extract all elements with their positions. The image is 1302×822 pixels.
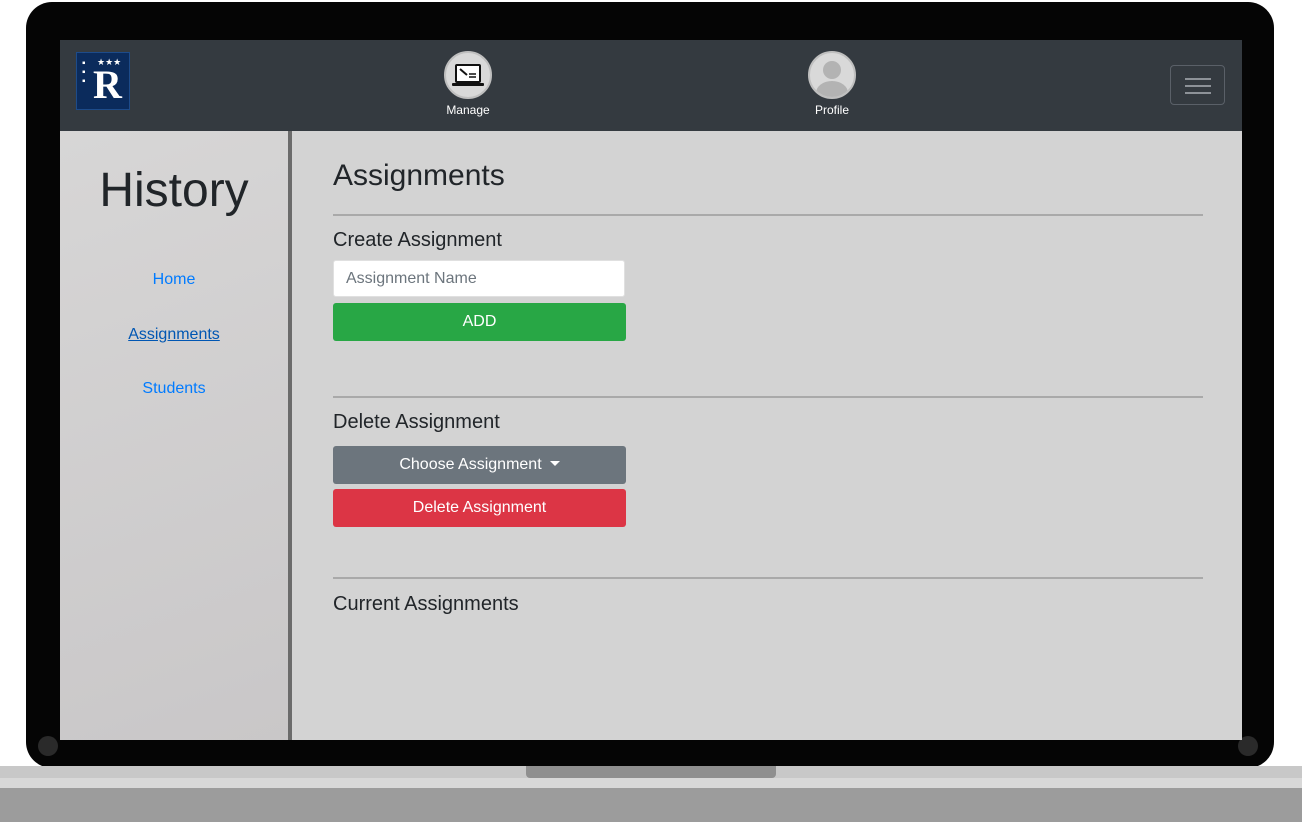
divider	[333, 214, 1203, 216]
app-screen: ▪ ▪ ▪ ★★★ R Manage Profile History Home …	[60, 40, 1242, 740]
delete-assignment-heading: Delete Assignment	[333, 411, 500, 433]
sidebar-link-students[interactable]: Students	[60, 380, 288, 398]
nav-profile-label: Profile	[814, 103, 849, 117]
sidebar-link-home[interactable]: Home	[60, 271, 288, 289]
divider	[333, 577, 1203, 579]
add-assignment-button[interactable]: ADD	[333, 303, 626, 341]
choose-assignment-dropdown[interactable]: Choose Assignment	[333, 446, 626, 484]
logo-bars: ▪ ▪ ▪	[82, 58, 86, 87]
choose-assignment-label: Choose Assignment	[399, 456, 542, 473]
divider	[333, 396, 1203, 398]
laptop-base-strip	[0, 778, 1302, 788]
logo-letter: R	[93, 62, 122, 107]
assignment-name-input[interactable]	[333, 260, 625, 297]
page-title: Assignments	[333, 159, 505, 192]
sidebar-title: History	[99, 164, 249, 217]
main-content: Assignments Create Assignment ADD Delete…	[333, 131, 1203, 740]
brand-logo[interactable]: ▪ ▪ ▪ ★★★ R	[76, 52, 130, 110]
laptop-base-bottom	[0, 788, 1302, 822]
create-assignment-heading: Create Assignment	[333, 229, 502, 251]
nav-profile[interactable]: Profile	[792, 51, 872, 117]
delete-assignment-button[interactable]: Delete Assignment	[333, 489, 626, 527]
current-assignments-heading: Current Assignments	[333, 593, 519, 615]
laptop-icon	[444, 51, 492, 99]
laptop-foot-left	[38, 736, 58, 756]
top-navbar: ▪ ▪ ▪ ★★★ R Manage Profile	[60, 40, 1242, 131]
sidebar: History Home Assignments Students	[60, 131, 292, 740]
laptop-hinge	[526, 766, 776, 778]
hamburger-menu-icon[interactable]	[1170, 65, 1225, 105]
caret-down-icon	[549, 461, 560, 466]
sidebar-link-assignments[interactable]: Assignments	[60, 326, 288, 344]
avatar-icon	[808, 51, 856, 99]
nav-manage[interactable]: Manage	[428, 51, 508, 117]
nav-manage-label: Manage	[446, 103, 490, 117]
